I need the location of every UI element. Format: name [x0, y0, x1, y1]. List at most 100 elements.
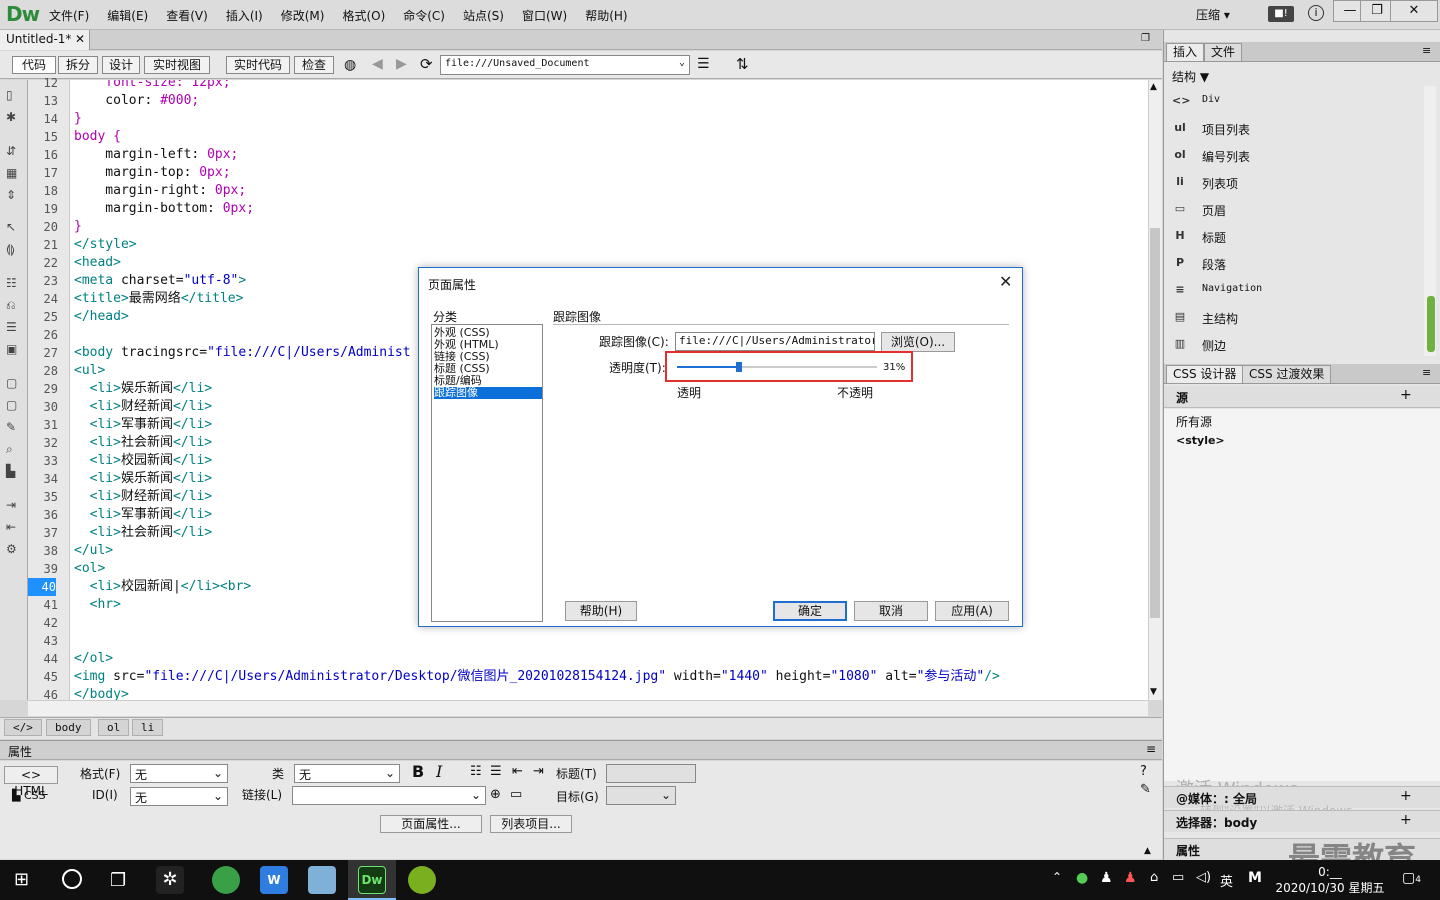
- tab-files[interactable]: 文件: [1204, 43, 1243, 61]
- css-mode-button[interactable]: ▙ CSS: [12, 789, 46, 802]
- volume-icon[interactable]: ◁): [1196, 870, 1211, 885]
- code-line[interactable]: <li>军事新闻</li>: [74, 506, 212, 524]
- scroll-down-icon[interactable]: ▼: [1150, 687, 1157, 697]
- code-line[interactable]: <body tracingsrc="file:///C|/Users/Admin…: [74, 344, 411, 362]
- chevron-down-icon[interactable]: ⌄: [679, 57, 685, 68]
- syntax-error-icon[interactable]: ☷: [6, 276, 17, 290]
- info-icon[interactable]: i: [1308, 5, 1324, 21]
- indent-button-icon[interactable]: ⇥: [533, 764, 544, 779]
- code-line[interactable]: <li>娱乐新闻</li>: [74, 380, 212, 398]
- code-line[interactable]: <li>财经新闻</li>: [74, 398, 212, 416]
- wps-icon[interactable]: W: [260, 866, 288, 894]
- wrap-tag-icon[interactable]: ✎: [6, 420, 16, 434]
- sync-icon[interactable]: ■!: [1268, 6, 1294, 22]
- line-numbers-icon[interactable]: ↖: [6, 220, 16, 234]
- split-view-button[interactable]: 拆分: [58, 56, 98, 74]
- point-to-file-icon[interactable]: ⊕: [490, 787, 501, 802]
- tray-expand-icon[interactable]: ⌃: [1052, 870, 1062, 884]
- insert-item[interactable]: ul 项目列表: [1170, 119, 1420, 141]
- refresh-icon[interactable]: ⟳: [420, 55, 433, 73]
- insert-item[interactable]: ≡ Navigation: [1170, 281, 1420, 303]
- search-icon[interactable]: [62, 869, 82, 889]
- code-line[interactable]: <li>社会新闻</li>: [74, 524, 212, 542]
- task-view-icon[interactable]: ❐: [110, 870, 126, 891]
- menu-commands[interactable]: 命令(C): [403, 7, 445, 24]
- inspect-button[interactable]: 检查: [294, 56, 334, 74]
- menu-file[interactable]: 文件(F): [49, 7, 89, 24]
- tag-li[interactable]: li: [132, 719, 164, 736]
- folder-icon[interactable]: ▭: [510, 787, 522, 802]
- code-line[interactable]: }: [74, 218, 82, 236]
- auto-indent-icon[interactable]: ▣: [6, 342, 17, 356]
- view-options-icon[interactable]: ☰: [697, 56, 710, 72]
- tab-insert[interactable]: 插入: [1166, 43, 1205, 61]
- tab-css-transitions[interactable]: CSS 过渡效果: [1242, 365, 1332, 383]
- target-select[interactable]: ⌄: [606, 786, 676, 805]
- notification-bell-icon[interactable]: ⌂: [1150, 870, 1158, 885]
- menu-format[interactable]: 格式(O): [342, 7, 385, 24]
- html-mode-button[interactable]: <> HTML: [4, 766, 58, 798]
- highlight-invalid-icon[interactable]: ⟬⟭: [6, 242, 15, 257]
- code-line[interactable]: body {: [74, 128, 121, 146]
- category-dropdown[interactable]: 结构 ▼: [1172, 68, 1209, 85]
- ordered-list-icon[interactable]: ☰: [490, 764, 502, 779]
- hidden-chars-icon[interactable]: ☰: [6, 320, 17, 334]
- menu-view[interactable]: 查看(V): [166, 7, 208, 24]
- code-line[interactable]: color: #000;: [74, 92, 199, 110]
- recent-snippets-icon[interactable]: ⌕: [6, 442, 13, 457]
- code-line[interactable]: </body>: [74, 686, 129, 700]
- system-clock[interactable]: 0:__ 2020/10/30 星期五: [1270, 864, 1390, 896]
- live-view-button[interactable]: 实时视图: [144, 56, 210, 74]
- code-line[interactable]: </ul>: [74, 542, 113, 560]
- ok-button[interactable]: 确定: [773, 601, 847, 621]
- word-wrap-icon[interactable]: ⎌: [6, 298, 16, 313]
- wechat-icon[interactable]: ●: [1076, 870, 1088, 886]
- horizontal-scrollbar[interactable]: [28, 700, 1148, 716]
- restore-panel-icon[interactable]: ❐: [1141, 33, 1150, 44]
- code-line[interactable]: <ol>: [74, 560, 105, 578]
- tag-body[interactable]: body: [46, 719, 91, 736]
- close-tab-icon[interactable]: ✕: [75, 32, 85, 46]
- code-line[interactable]: <meta charset="utf-8">: [74, 272, 246, 290]
- windows-start-icon[interactable]: ⊞: [14, 870, 34, 890]
- remove-comment-icon[interactable]: ▢: [6, 398, 17, 412]
- code-line[interactable]: <li>社会新闻</li>: [74, 434, 212, 452]
- qq2-icon[interactable]: ♟: [1124, 870, 1137, 886]
- collapse-icon[interactable]: ▲: [1144, 846, 1151, 856]
- open-documents-icon[interactable]: ▯: [6, 88, 13, 102]
- id-select[interactable]: 无 ⌄: [130, 787, 228, 806]
- code-line[interactable]: }: [74, 110, 82, 128]
- code-line[interactable]: font-size: 12px;: [74, 80, 230, 92]
- insert-item[interactable]: H 标题: [1170, 227, 1420, 249]
- code-line[interactable]: margin-left: 0px;: [74, 146, 238, 164]
- live-code-button[interactable]: 实时代码: [226, 56, 290, 74]
- source-style[interactable]: <style>: [1176, 434, 1225, 447]
- panel-menu-icon[interactable]: ≡: [1146, 742, 1156, 756]
- select-parent-icon[interactable]: ▦: [6, 166, 17, 180]
- title-input[interactable]: [606, 764, 696, 783]
- bold-button[interactable]: B: [412, 762, 424, 781]
- insert-scroll-thumb[interactable]: [1427, 296, 1435, 352]
- apply-button[interactable]: 应用(A): [935, 601, 1009, 621]
- outdent-button-icon[interactable]: ⇤: [512, 764, 523, 779]
- menu-edit[interactable]: 编辑(E): [107, 7, 148, 24]
- document-tab[interactable]: Untitled-1* ✕: [0, 30, 90, 50]
- edit-rule-icon[interactable]: ✎: [1140, 782, 1151, 797]
- insert-item[interactable]: P 段落: [1170, 254, 1420, 276]
- menu-insert[interactable]: 插入(I): [226, 7, 263, 24]
- melon-app-icon[interactable]: [408, 866, 436, 894]
- code-line[interactable]: margin-top: 0px;: [74, 164, 230, 182]
- code-line[interactable]: <li>娱乐新闻</li>: [74, 470, 212, 488]
- insert-item[interactable]: ol 编号列表: [1170, 146, 1420, 168]
- menu-site[interactable]: 站点(S): [463, 7, 504, 24]
- design-view-button[interactable]: 设计: [102, 56, 140, 74]
- code-line[interactable]: margin-right: 0px;: [74, 182, 246, 200]
- tab-css-designer[interactable]: CSS 设计器: [1166, 365, 1244, 383]
- indent-icon[interactable]: ⇥: [6, 498, 16, 512]
- cancel-button[interactable]: 取消: [854, 601, 928, 621]
- workspace-switcher[interactable]: 压缩 ▾: [1196, 6, 1230, 23]
- code-line[interactable]: margin-bottom: 0px;: [74, 200, 254, 218]
- ime-language[interactable]: 英: [1220, 871, 1233, 890]
- panel-menu-icon[interactable]: ≡: [1422, 366, 1431, 379]
- code-line[interactable]: <img src="file:///C|/Users/Administrator…: [74, 668, 1000, 686]
